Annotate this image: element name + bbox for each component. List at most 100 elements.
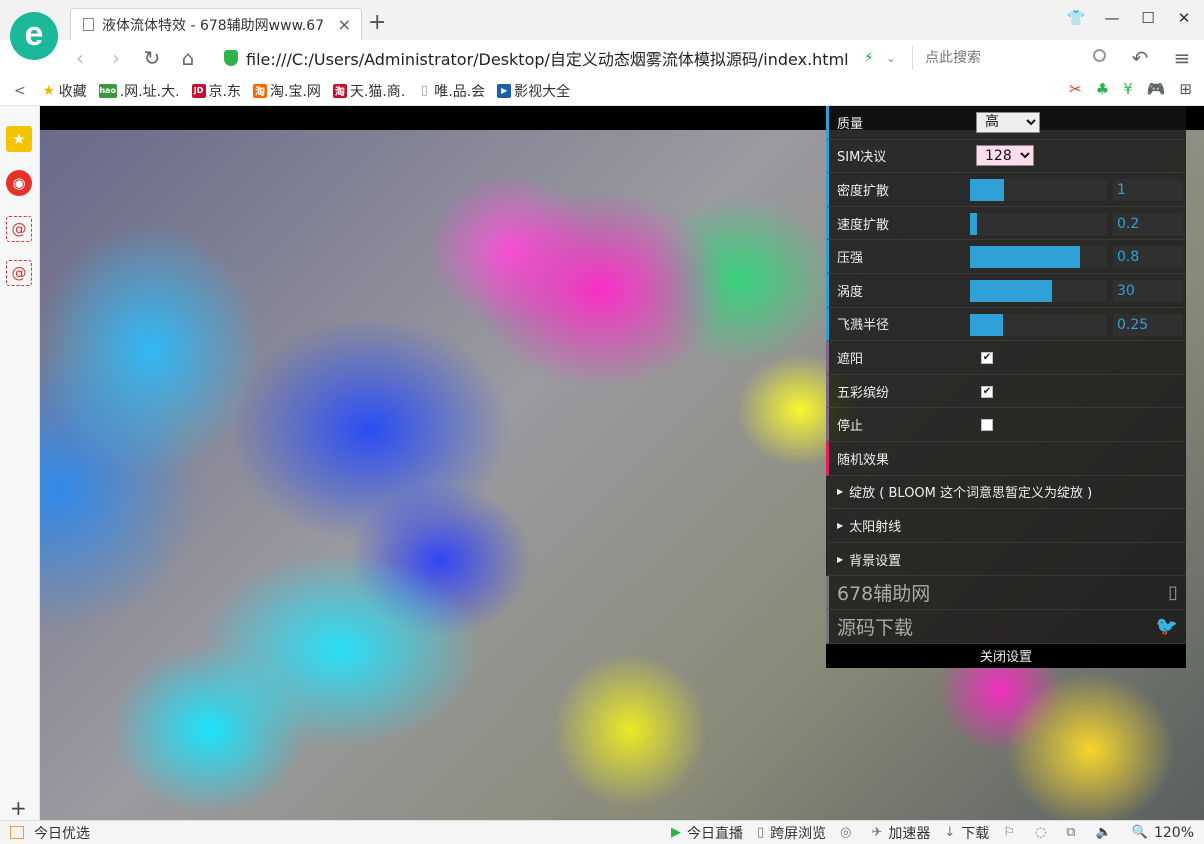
mail-icon[interactable]: @ <box>6 216 32 242</box>
translate-icon[interactable]: ♣ <box>1096 80 1109 98</box>
search-box[interactable] <box>912 46 1112 70</box>
add-sidebar-item-button[interactable]: + <box>10 796 27 820</box>
colorful-checkbox[interactable]: ✔ <box>981 385 993 398</box>
sim-resolution-row: SIM决议 128 <box>826 139 1186 174</box>
close-button[interactable]: ✕ <box>1174 8 1194 28</box>
bloom-folder[interactable]: ▶ 绽放 ( BLOOM 这个词意思暂定义为绽放 ) <box>826 476 1186 510</box>
shading-checkbox[interactable]: ✔ <box>981 352 993 365</box>
daily-picks-label: 今日优选 <box>34 825 90 842</box>
source-download-link[interactable]: 源码下载 🐦 <box>826 609 1186 644</box>
skin-icon[interactable]: 👕 <box>1066 8 1086 28</box>
download-icon: ↓ <box>944 825 956 840</box>
bookmarks-collapse-icon[interactable]: < <box>14 83 26 99</box>
pressure-value[interactable]: 0.8 <box>1113 246 1183 269</box>
home-icon[interactable]: ⌂ <box>176 46 200 70</box>
bookmark-label: 收藏 <box>58 83 87 100</box>
source-download-label: 源码下载 <box>837 616 914 639</box>
live-button[interactable]: ▶ 今日直播 <box>671 823 743 843</box>
left-sidebar: ★ ◉ @ @ + <box>0 106 40 820</box>
density-diffusion-value[interactable]: 1 <box>1113 179 1183 202</box>
splat-radius-value[interactable]: 0.25 <box>1113 313 1183 336</box>
vorticity-slider[interactable] <box>970 279 1107 302</box>
screenshot-icon[interactable]: ✂ <box>1069 80 1082 98</box>
bookmark-favorites[interactable]: ★ 收藏 <box>42 81 87 101</box>
forward-icon[interactable]: › <box>104 46 128 70</box>
undo-icon[interactable]: ↶ <box>1128 46 1152 70</box>
bookmark-vip[interactable]: ▯ 唯.品.会 <box>417 81 485 101</box>
sunrays-folder-label: 太阳射线 <box>849 519 902 535</box>
video-icon: ▶ <box>497 83 512 98</box>
splat-radius-slider[interactable] <box>970 313 1107 336</box>
url-text[interactable]: file:///C:/Users/Administrator/Desktop/自… <box>246 46 849 70</box>
background-folder[interactable]: ▶ 背景设置 <box>826 543 1186 577</box>
bookmark-video[interactable]: ▶ 影视大全 <box>497 81 570 101</box>
cleanup-button[interactable]: ◌ <box>1035 825 1052 840</box>
accelerator-button[interactable]: ✈ 加速器 <box>871 823 930 843</box>
sunrays-folder[interactable]: ▶ 太阳射线 <box>826 509 1186 543</box>
phone-icon: ▯ <box>756 825 765 840</box>
search-input[interactable] <box>925 50 1085 66</box>
taobao-icon: 淘 <box>253 83 267 98</box>
apps-grid-icon[interactable]: ⊞ <box>1179 80 1192 98</box>
chevron-down-icon[interactable]: ⌄ <box>886 51 896 65</box>
weibo-icon[interactable]: ◉ <box>6 170 32 196</box>
minimize-button[interactable]: — <box>1102 8 1122 28</box>
density-diffusion-slider[interactable] <box>970 179 1107 202</box>
browser-logo[interactable]: e <box>10 12 58 60</box>
slider-fill <box>970 279 1053 302</box>
tab-fluid-effect[interactable]: 液体流体特效 - 678辅助网www.67 × <box>70 8 362 40</box>
reload-icon[interactable]: ↻ <box>140 46 164 70</box>
menu-icon[interactable]: ≡ <box>1170 46 1194 70</box>
search-icon[interactable] <box>1093 49 1106 62</box>
velocity-diffusion-row: 速度扩散 0.2 <box>826 206 1186 241</box>
quality-select[interactable]: 高 <box>976 111 1040 133</box>
bookmarks-bar: < ★ 收藏 hao .网.址.大. JD 京.东 淘 淘.宝.网 淘 天.猫.… <box>0 76 1204 106</box>
status-bar: 今日优选 ▶ 今日直播 ▯ 跨屏浏览 ◎ ✈ 加速器 ↓ 下载 ⚐ ◌ ⧉ 🔈 🔍 120… <box>0 820 1204 844</box>
maximize-button[interactable]: ☐ <box>1138 8 1158 28</box>
daily-picks[interactable]: 今日优选 <box>10 823 90 843</box>
density-diffusion-label: 密度扩散 <box>837 183 890 199</box>
velocity-diffusion-value[interactable]: 0.2 <box>1113 212 1183 235</box>
density-diffusion-row: 密度扩散 1 <box>826 173 1186 207</box>
page-icon: ▯ <box>420 83 428 98</box>
game-icon[interactable]: 🎮 <box>1147 80 1166 98</box>
bookmark-hao[interactable]: hao .网.址.大. <box>98 81 180 101</box>
favorites-icon[interactable]: ★ <box>6 126 32 152</box>
download-button[interactable]: ↓ 下载 <box>944 823 989 843</box>
money-icon[interactable]: ¥ <box>1123 80 1133 98</box>
random-splats-button[interactable]: 随机效果 <box>826 441 1186 476</box>
triangle-right-icon: ▶ <box>837 554 844 564</box>
triangle-right-icon: ▶ <box>837 520 844 530</box>
address-bar[interactable]: file:///C:/Users/Administrator/Desktop/自… <box>224 44 910 72</box>
pressure-slider[interactable] <box>970 246 1107 269</box>
flag-button[interactable]: ⚐ <box>1003 825 1021 840</box>
paused-checkbox[interactable] <box>981 419 993 432</box>
mail-icon[interactable]: @ <box>6 260 32 286</box>
pressure-row: 压强 0.8 <box>826 240 1186 274</box>
vorticity-value[interactable]: 30 <box>1113 279 1183 302</box>
background-folder-label: 背景设置 <box>849 553 902 569</box>
twitter-bird-icon: 🐦 <box>1155 615 1178 637</box>
volume-button[interactable]: 🔈 <box>1096 825 1118 840</box>
rss-button[interactable]: ◎ <box>840 825 857 840</box>
speed-mode-icon[interactable]: ⚡ <box>864 50 874 66</box>
close-settings-button[interactable]: 关闭设置 <box>826 643 1186 668</box>
gift-icon <box>10 826 24 839</box>
windows-button[interactable]: ⧉ <box>1066 825 1081 840</box>
zoom-button[interactable]: 🔍 120% <box>1132 825 1194 841</box>
bookmark-label: 影视大全 <box>514 83 571 100</box>
back-icon[interactable]: ‹ <box>68 46 92 70</box>
bookmark-taobao[interactable]: 淘 淘.宝.网 <box>253 81 321 101</box>
toolbar-extensions: ✂ ♣ ¥ 🎮 ⊞ <box>1069 80 1192 98</box>
new-tab-button[interactable]: + <box>368 10 386 35</box>
bookmark-jd[interactable]: JD 京.东 <box>191 81 241 101</box>
title-bar: 液体流体特效 - 678辅助网www.67 × + 👕 — ☐ ✕ <box>0 0 1204 40</box>
bookmark-tmall[interactable]: 淘 天.猫.商. <box>332 81 405 101</box>
site-link[interactable]: 678辅助网 ▯ <box>826 576 1186 610</box>
cross-screen-button[interactable]: ▯ 跨屏浏览 <box>757 823 826 843</box>
tab-close-icon[interactable]: × <box>338 15 351 34</box>
speaker-icon: 🔈 <box>1095 825 1112 840</box>
slider-fill <box>970 313 1003 336</box>
sim-resolution-select[interactable]: 128 <box>976 145 1034 167</box>
velocity-diffusion-slider[interactable] <box>970 212 1107 235</box>
